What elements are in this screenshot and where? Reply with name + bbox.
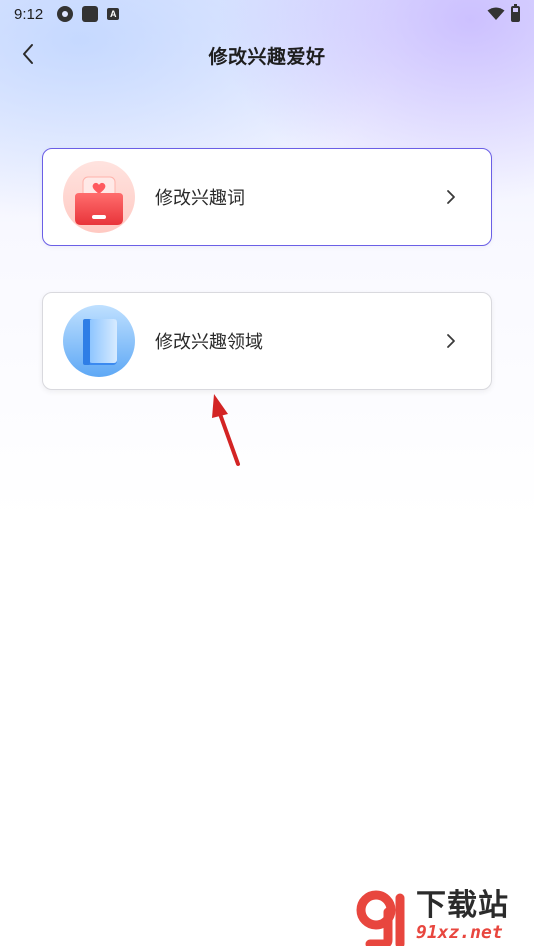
watermark-line2: 91xz.net xyxy=(416,922,503,943)
status-time: 9:12 xyxy=(14,5,44,23)
red-arrow-annotation xyxy=(212,394,240,466)
status-icons-right xyxy=(487,4,520,22)
option-label: 修改兴趣领域 xyxy=(155,332,263,352)
status-bar: 9:12 A xyxy=(0,0,534,28)
keyboard-a-icon: A xyxy=(107,8,120,20)
book-icon xyxy=(63,305,135,377)
sync-icon xyxy=(57,6,74,22)
watermark: 下载站 91xz.net xyxy=(356,888,528,946)
option-edit-interest-words[interactable]: 修改兴趣词 xyxy=(42,148,492,246)
app-header: 修改兴趣爱好 xyxy=(0,28,534,80)
page-title: 修改兴趣爱好 xyxy=(208,47,326,68)
watermark-logo xyxy=(356,890,405,946)
option-label: 修改兴趣词 xyxy=(155,188,245,208)
option-edit-interest-fields[interactable]: 修改兴趣领域 xyxy=(42,292,492,390)
app-square-icon xyxy=(82,6,99,22)
battery-icon xyxy=(511,4,520,22)
chevron-right-icon xyxy=(447,190,455,204)
heart-envelope-icon xyxy=(63,161,135,233)
wifi-icon xyxy=(487,7,505,20)
watermark-text: 下载站 91xz.net xyxy=(416,890,509,944)
status-icons-left: A xyxy=(57,6,120,22)
watermark-line1: 下载站 xyxy=(416,888,509,923)
chevron-right-icon xyxy=(447,334,455,348)
